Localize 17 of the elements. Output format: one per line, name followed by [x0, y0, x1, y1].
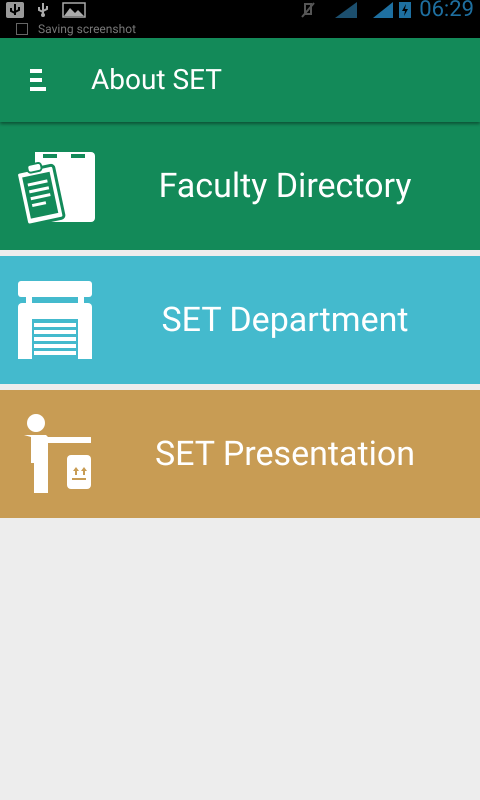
muted-icon [301, 2, 316, 18]
tile-label: Faculty Directory [158, 164, 412, 208]
menu-tile[interactable]: SET Department [0, 256, 480, 384]
tile-label: SET Presentation [154, 432, 416, 476]
menu-icon[interactable] [30, 69, 46, 91]
clock: 06:29 [419, 0, 474, 21]
toolbar-title: About SET [91, 62, 222, 98]
menu-tile[interactable]: Faculty Directory [0, 122, 480, 250]
image-icon [62, 2, 86, 18]
menu-tile[interactable]: SET Presentation [0, 390, 480, 518]
notification-text: Saving screenshot [38, 23, 136, 35]
garage-icon [16, 279, 94, 361]
signal-icon [373, 2, 394, 18]
tile-label: SET Department [160, 298, 410, 342]
usb-icon [36, 2, 50, 18]
notification-checkbox-icon [16, 23, 28, 35]
signal-icon [335, 2, 358, 18]
